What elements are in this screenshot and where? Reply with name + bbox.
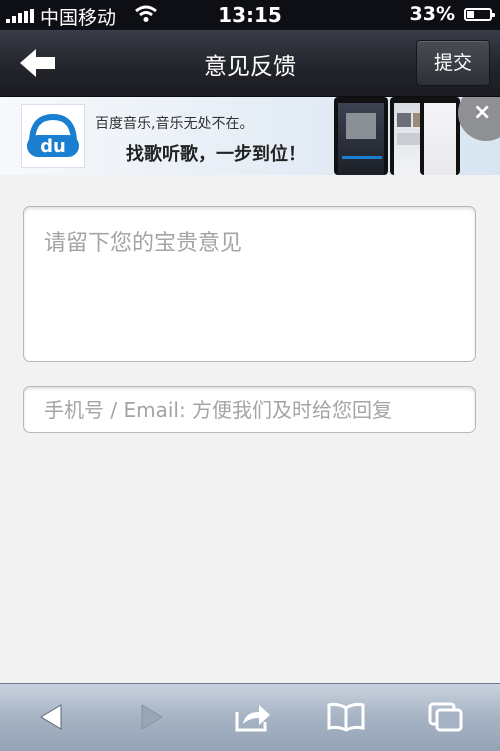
tabs-button[interactable] [426, 700, 466, 734]
forward-icon [141, 704, 163, 730]
share-button[interactable] [233, 700, 273, 734]
battery-percentage: 33% [409, 3, 455, 25]
status-bar: 中国移动 13:15 33% [0, 0, 500, 30]
close-ad-button[interactable]: × [458, 97, 500, 141]
back-icon [40, 704, 62, 730]
bookmarks-button[interactable] [326, 700, 366, 734]
browser-forward-button[interactable] [130, 700, 170, 734]
browser-toolbar [0, 683, 500, 751]
phone-mockup-image [420, 97, 460, 175]
baidu-music-logo: du [21, 104, 85, 168]
ad-banner[interactable]: du 百度音乐,音乐无处不在。 找歌听歌，一步到位！ × [0, 97, 500, 175]
tabs-icon [428, 702, 463, 732]
bookmarks-icon [327, 702, 365, 732]
battery-fill [467, 11, 474, 18]
headphones-logo-icon: du [27, 113, 79, 157]
share-icon [235, 705, 270, 732]
banner-slogan: 找歌听歌，一步到位！ [126, 144, 306, 165]
logo-text: du [40, 136, 66, 157]
browser-back-button[interactable] [33, 700, 73, 734]
close-icon: × [473, 100, 492, 125]
navigation-bar: 意见反馈 提交 [0, 30, 500, 97]
contact-input[interactable] [23, 386, 476, 433]
banner-tagline: 百度音乐,音乐无处不在。 [95, 116, 254, 132]
feedback-textarea[interactable] [23, 206, 476, 362]
battery-icon [464, 8, 495, 21]
submit-button[interactable]: 提交 [416, 40, 490, 86]
phone-mockup-image [334, 97, 388, 175]
